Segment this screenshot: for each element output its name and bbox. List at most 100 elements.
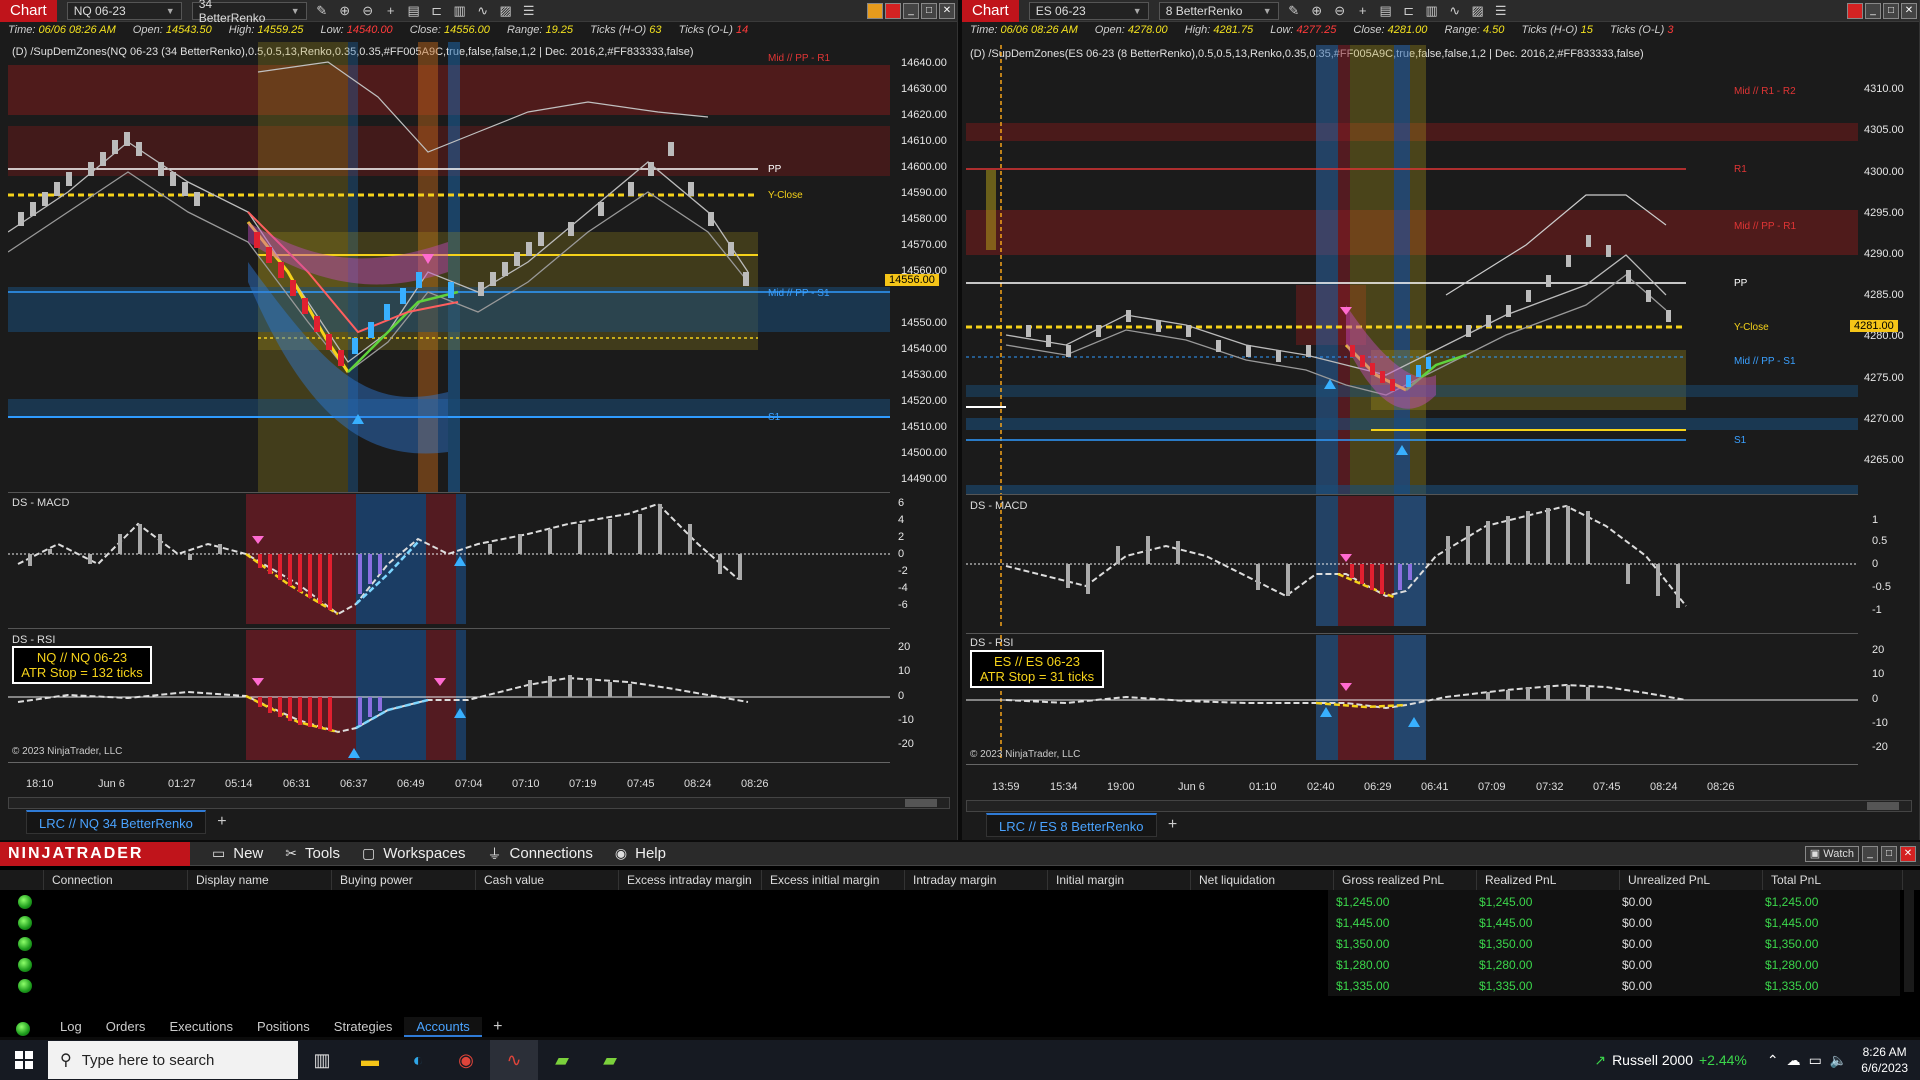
maximize-icon[interactable]: □ — [1883, 2, 1899, 19]
minimize-icon[interactable]: _ — [903, 2, 919, 19]
clock[interactable]: 8:26 AM 6/6/2023 — [1861, 1044, 1908, 1076]
zoom-in-icon[interactable]: ⊕ — [1309, 3, 1325, 19]
templates-icon[interactable]: ▨ — [498, 3, 514, 19]
column-header[interactable]: Intraday margin — [905, 870, 1048, 890]
instrument-selector[interactable]: ES 06-23 ▼ — [1028, 1, 1149, 20]
edge-icon[interactable]: ◐ — [394, 1040, 442, 1080]
price-plot[interactable] — [8, 42, 890, 492]
start-button[interactable] — [0, 1040, 48, 1080]
properties-icon[interactable]: ▤ — [406, 3, 422, 19]
crosshair-icon[interactable]: + — [383, 3, 399, 19]
instrument-selector[interactable]: NQ 06-23 ▼ — [66, 1, 182, 20]
maximize-icon[interactable]: □ — [921, 2, 937, 19]
table-row[interactable]: $1,335.00 $1,335.00 $0.00 $1,335.00 — [0, 976, 1920, 997]
rsi-tick: -10 — [1872, 717, 1888, 729]
taskbar-search[interactable]: ⚲ Type here to search — [48, 1041, 298, 1079]
network-icon[interactable]: ▭ — [1809, 1052, 1822, 1069]
minimize-icon[interactable]: _ — [1865, 2, 1881, 19]
zoom-out-icon[interactable]: ⊖ — [360, 3, 376, 19]
add-tab-icon[interactable]: + — [1163, 815, 1183, 835]
price-plot[interactable] — [966, 45, 1858, 495]
column-header[interactable]: Initial margin — [1048, 870, 1191, 890]
column-header[interactable]: Buying power — [332, 870, 476, 890]
menu-tools[interactable]: ✂ Tools — [285, 845, 340, 862]
column-header[interactable]: Display name — [188, 870, 332, 890]
table-row[interactable]: $1,280.00 $1,280.00 $0.00 $1,280.00 — [0, 955, 1920, 976]
bar-style-icon[interactable]: ⊏ — [1401, 3, 1417, 19]
column-header[interactable]: Cash value — [476, 870, 619, 890]
chrome-icon[interactable]: ◉ — [442, 1040, 490, 1080]
draw-line-icon[interactable]: ✎ — [1286, 3, 1302, 19]
bartype-selector[interactable]: 34 BetterRenko ▼ — [191, 0, 307, 25]
strategies-icon[interactable]: ∿ — [1447, 3, 1463, 19]
link-icon[interactable] — [867, 2, 883, 19]
tab-accounts[interactable]: Accounts — [404, 1017, 482, 1037]
chart-scrollbar[interactable] — [8, 797, 950, 809]
watch-button[interactable]: ▣ Watch — [1804, 845, 1859, 862]
tab-log[interactable]: Log — [48, 1017, 94, 1037]
pane-divider — [8, 628, 890, 629]
table-row[interactable]: $1,350.00 $1,350.00 $0.00 $1,350.00 — [0, 934, 1920, 955]
strategies-icon[interactable]: ∿ — [475, 3, 491, 19]
column-header[interactable]: Excess intraday margin — [619, 870, 762, 890]
templates-icon[interactable]: ▨ — [1470, 3, 1486, 19]
macd-tick: 6 — [898, 497, 905, 509]
record-icon[interactable] — [885, 2, 901, 19]
tab-positions[interactable]: Positions — [245, 1017, 322, 1037]
column-header[interactable]: Unrealized PnL — [1620, 870, 1763, 890]
macd-plot[interactable] — [966, 496, 1858, 626]
properties-icon[interactable]: ▤ — [1378, 3, 1394, 19]
close-key: Close: — [409, 24, 441, 36]
chart-tab[interactable]: LRC // NQ 34 BetterRenko — [26, 810, 206, 834]
list-icon[interactable]: ☰ — [1493, 3, 1509, 19]
grid-scrollbar[interactable] — [1904, 872, 1914, 992]
maximize-icon[interactable]: □ — [1881, 845, 1897, 862]
menu-new[interactable]: ▭ New — [212, 845, 263, 862]
column-header[interactable]: Gross realized PnL — [1334, 870, 1477, 890]
bartype-selector[interactable]: 8 BetterRenko ▼ — [1158, 1, 1279, 20]
close-key: Close: — [1353, 24, 1385, 36]
app-icon[interactable]: ▰ — [586, 1040, 634, 1080]
close-icon[interactable]: ✕ — [1900, 845, 1916, 862]
app-icon[interactable]: ▰ — [538, 1040, 586, 1080]
menu-connections[interactable]: ⏚ Connections — [488, 844, 593, 864]
chart-scrollbar[interactable] — [966, 800, 1912, 812]
bar-style-icon[interactable]: ⊏ — [429, 3, 445, 19]
close-icon[interactable]: ✕ — [939, 2, 955, 19]
menu-help[interactable]: ◉ Help — [615, 845, 666, 862]
scrollbar-thumb[interactable] — [1867, 802, 1899, 810]
zoom-in-icon[interactable]: ⊕ — [337, 3, 353, 19]
indicators-icon[interactable]: ▥ — [1424, 3, 1440, 19]
chevron-up-icon[interactable]: ⌃ — [1767, 1052, 1779, 1069]
ticker-name[interactable]: Russell 2000 — [1612, 1052, 1693, 1068]
record-icon[interactable] — [1847, 2, 1863, 19]
add-tab-icon[interactable]: + — [212, 812, 232, 832]
chart-tab[interactable]: LRC // ES 8 BetterRenko — [986, 813, 1157, 837]
indicators-icon[interactable]: ▥ — [452, 3, 468, 19]
task-view-icon[interactable]: ▥ — [298, 1040, 346, 1080]
tab-executions[interactable]: Executions — [157, 1017, 245, 1037]
table-row[interactable]: $1,245.00 $1,245.00 $0.00 $1,245.00 — [0, 892, 1920, 913]
list-icon[interactable]: ☰ — [521, 3, 537, 19]
tab-strategies[interactable]: Strategies — [322, 1017, 405, 1037]
minimize-icon[interactable]: _ — [1862, 845, 1878, 862]
scrollbar-thumb[interactable] — [905, 799, 937, 807]
column-header[interactable]: Excess initial margin — [762, 870, 905, 890]
file-explorer-icon[interactable]: ▬ — [346, 1040, 394, 1080]
column-header[interactable]: Connection — [44, 870, 188, 890]
add-tab-icon[interactable]: + — [488, 1017, 508, 1037]
column-header[interactable]: Total PnL — [1763, 870, 1903, 890]
ninjatrader-icon[interactable]: ∿ — [490, 1040, 538, 1080]
draw-line-icon[interactable]: ✎ — [314, 3, 330, 19]
macd-plot[interactable] — [8, 494, 890, 624]
cloud-icon[interactable]: ☁ — [1787, 1052, 1801, 1069]
close-icon[interactable]: ✕ — [1901, 2, 1917, 19]
table-row[interactable]: $1,445.00 $1,445.00 $0.00 $1,445.00 — [0, 913, 1920, 934]
zoom-out-icon[interactable]: ⊖ — [1332, 3, 1348, 19]
tab-orders[interactable]: Orders — [94, 1017, 158, 1037]
menu-workspaces[interactable]: ▢ Workspaces — [362, 845, 466, 862]
crosshair-icon[interactable]: + — [1355, 3, 1371, 19]
column-header[interactable]: Net liquidation — [1191, 870, 1334, 890]
column-header[interactable]: Realized PnL — [1477, 870, 1620, 890]
volume-icon[interactable]: 🔈 — [1830, 1052, 1847, 1069]
